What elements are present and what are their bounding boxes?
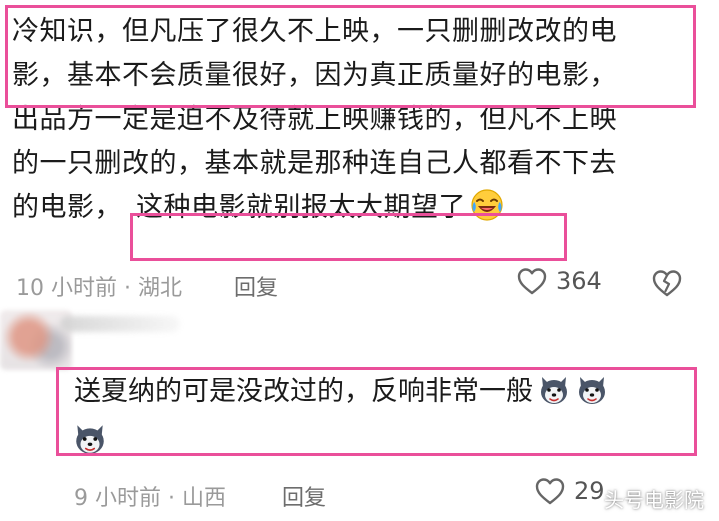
husky-dog-emoji [76,425,104,454]
broken-heart-icon [652,270,682,297]
watermark: 头号电影院 [604,488,704,512]
heart-outline-icon [535,478,565,505]
comment-1-line-3: 出品方一定是迫不及待就上映赚钱的，但凡不上映 [12,104,617,135]
username-blurred [60,316,180,332]
comment-1-highlighted-sentence: 这种电影就别报太大期望了 [136,192,466,223]
comment-2-reply-button[interactable]: 回复 [282,480,326,512]
comment-1-like-button[interactable]: 364 [516,266,602,296]
husky-dog-emoji [579,377,605,404]
comment-1-time-location: 10 小时前 · 湖北 [16,276,182,301]
comment-thread: 冷知识，但凡压了很久不上映，一只删删改改的电 影，基本不会质量很好，因为真正质量… [0,0,719,521]
comment-1-line-5: 的电影， 这种电影就别报太大期望了 [12,186,702,230]
comment-1-line-4: 的一只删改的，基本就是那种连自己人都看不下去 [12,148,617,179]
comment-1-like-count: 364 [556,267,602,295]
comment-1-reply-button[interactable]: 回复 [234,270,278,302]
comment-1-dislike-button[interactable] [650,267,684,303]
comment-1-line-1: 冷知识，但凡压了很久不上映，一只删删改改的电 [12,16,617,47]
comment-2-body: 送夏纳的可是没改过的，反响非常一般 [74,376,533,407]
laughing-crying-emoji [471,189,503,221]
comment-1-line-2: 影，基本不会质量很好，因为真正质量好的电影， [12,60,617,91]
comment-1-text: 冷知识，但凡压了很久不上映，一只删删改改的电 影，基本不会质量很好，因为真正质量… [12,10,702,230]
comment-2-text: 送夏纳的可是没改过的，反响非常一般 [74,372,694,412]
comment-2-like-button[interactable]: 29 [534,476,605,506]
comment-1-line-5-start: 的电影， [12,192,122,223]
husky-dog-emoji [541,377,567,404]
comment-2-time-location: 9 小时前 · 山西 [74,486,226,511]
heart-outline-icon [517,268,547,295]
comment-2-like-count: 29 [574,477,605,505]
